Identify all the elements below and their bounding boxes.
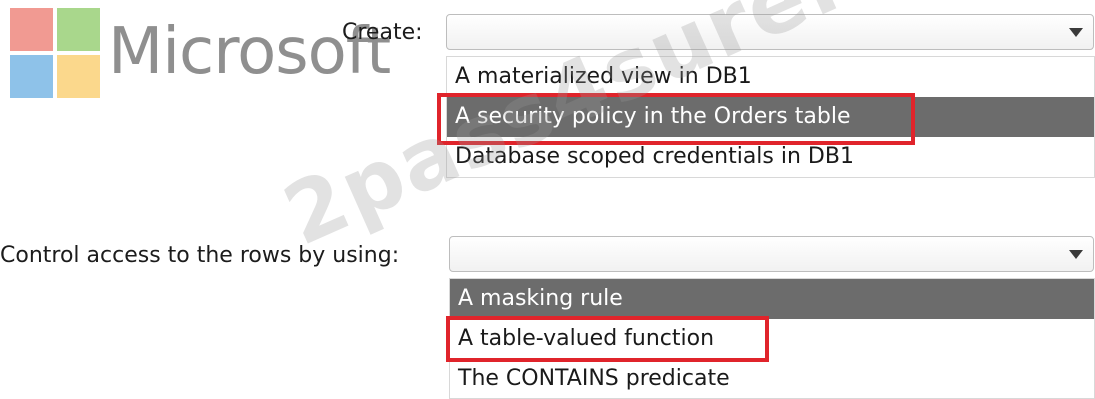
control-access-option[interactable]: The CONTAINS predicate	[450, 359, 1094, 399]
create-label: Create:	[342, 20, 423, 45]
control-access-option-list: A masking rule A table-valued function T…	[449, 278, 1095, 399]
create-option[interactable]: A materialized view in DB1	[447, 57, 1094, 97]
logo-square-blue	[10, 55, 53, 98]
control-access-label: Control access to the rows by using:	[0, 243, 400, 268]
create-option-selected[interactable]: A security policy in the Orders table	[447, 97, 1094, 137]
create-option-list: A materialized view in DB1 A security po…	[446, 56, 1095, 178]
logo-square-green	[57, 8, 100, 51]
logo-square-yellow	[57, 55, 100, 98]
chevron-down-icon[interactable]	[1069, 28, 1083, 37]
logo-square-red	[10, 8, 53, 51]
chevron-down-icon[interactable]	[1069, 250, 1083, 259]
control-access-option-selected[interactable]: A masking rule	[450, 279, 1094, 319]
create-dropdown[interactable]	[446, 14, 1094, 50]
windows-squares-icon	[10, 8, 100, 98]
create-option[interactable]: Database scoped credentials in DB1	[447, 137, 1094, 177]
control-access-dropdown[interactable]	[449, 236, 1094, 272]
control-access-option[interactable]: A table-valued function	[450, 319, 1094, 359]
